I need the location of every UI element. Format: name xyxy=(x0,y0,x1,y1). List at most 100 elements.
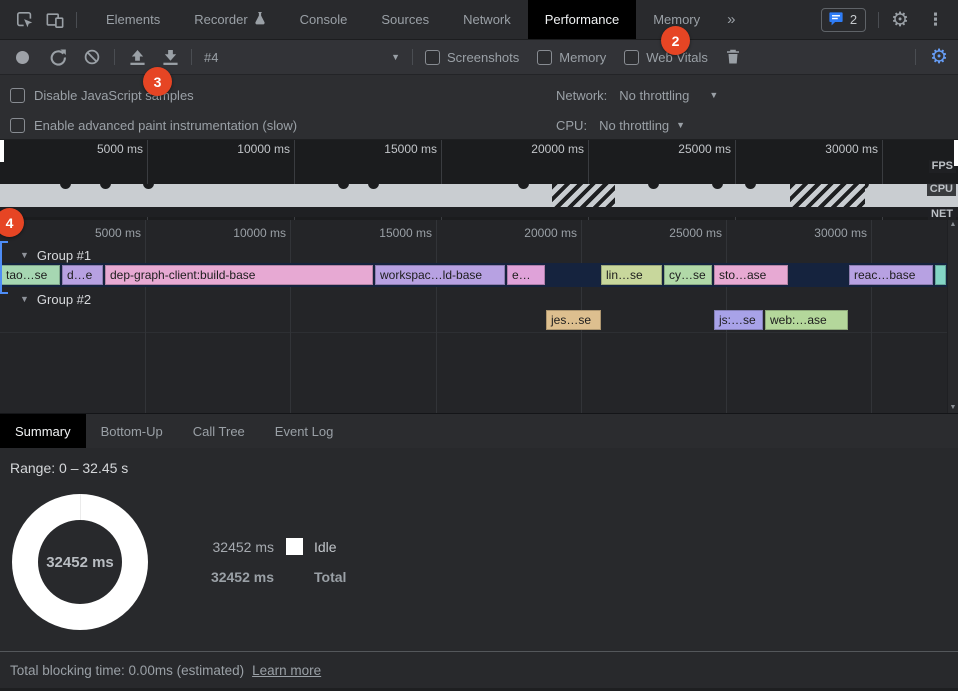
history-dropdown[interactable]: #4 ▼ xyxy=(204,50,400,65)
issues-bubble-icon xyxy=(828,11,844,29)
learn-more-link[interactable]: Learn more xyxy=(252,663,321,678)
scroll-up-icon[interactable]: ▲ xyxy=(950,220,957,230)
summary-panel: Range: 0 – 32.45 s 32452 ms 32452 ms Idl… xyxy=(0,448,958,691)
flame-bar[interactable]: d…e xyxy=(62,265,103,285)
scroll-down-icon[interactable]: ▼ xyxy=(950,403,957,413)
divider xyxy=(878,12,879,28)
flame-bar-label: lin…se xyxy=(601,268,648,282)
flame-chart[interactable]: ▼ Group #1 tao…se d…edep-graph-client:bui… xyxy=(0,220,958,413)
flame-bar-label: cy…se xyxy=(664,268,711,282)
flame-bar-label: sto…ase xyxy=(714,268,771,282)
legend-row-idle: 32452 ms Idle xyxy=(208,538,346,555)
tab-network[interactable]: Network xyxy=(446,0,528,39)
annotation-badge: 3 xyxy=(143,67,172,96)
divider xyxy=(76,12,77,28)
tab-label: Recorder xyxy=(194,12,247,27)
overview-tick-label: 10000 ms xyxy=(237,142,290,156)
cpu-dip xyxy=(518,184,529,189)
details-tabbar: Summary Bottom-Up Call Tree Event Log xyxy=(0,413,958,448)
flame-bar[interactable]: workspac…ld-base xyxy=(375,265,505,285)
flame-group-header-1[interactable]: ▼ Group #1 xyxy=(0,246,91,264)
cpu-throttling-label: CPU: xyxy=(556,118,587,133)
settings-gear-icon[interactable]: ⚙ xyxy=(891,10,909,30)
range-text: Range: 0 – 32.45 s xyxy=(10,460,128,476)
cpu-activity-band[interactable] xyxy=(0,184,958,207)
legend-label: Total xyxy=(314,569,346,585)
flame-bar[interactable]: reac…base xyxy=(849,265,933,285)
issues-counter[interactable]: 2 xyxy=(821,8,866,32)
settings-row: Enable advanced paint instrumentation (s… xyxy=(0,110,958,140)
save-profile-icon[interactable] xyxy=(162,49,179,66)
collapse-triangle-icon: ▼ xyxy=(20,294,29,304)
advanced-paint-checkbox[interactable]: Enable advanced paint instrumentation (s… xyxy=(10,118,297,133)
record-button[interactable] xyxy=(16,51,29,64)
flame-scrollbar[interactable]: ▲ ▼ xyxy=(947,220,958,413)
checkbox xyxy=(537,50,552,65)
kebab-menu-icon[interactable]: ⋮ xyxy=(921,10,950,30)
load-profile-icon[interactable] xyxy=(129,49,146,66)
overview-right-handle[interactable] xyxy=(954,140,958,166)
reload-and-record-icon[interactable] xyxy=(49,49,66,66)
flame-bar[interactable]: jes…se xyxy=(546,310,601,330)
device-toolbar-icon[interactable] xyxy=(40,6,70,34)
tab-summary[interactable]: Summary xyxy=(0,414,86,448)
tab-bottom-up[interactable]: Bottom-Up xyxy=(86,414,178,448)
tab-console[interactable]: Console xyxy=(283,0,365,39)
divider xyxy=(412,49,413,65)
overview-tick-label: 5000 ms xyxy=(97,142,143,156)
trash-icon[interactable] xyxy=(726,49,740,65)
divider xyxy=(114,49,115,65)
flame-bar[interactable]: sto…ase xyxy=(714,265,788,285)
network-activity-strip[interactable] xyxy=(0,207,958,217)
tab-sources[interactable]: Sources xyxy=(364,0,446,39)
overview-left-handle[interactable] xyxy=(0,140,4,162)
legend-row-total: 32452 ms Total xyxy=(208,568,346,585)
flame-bar[interactable]: tao…se xyxy=(1,265,60,285)
flame-bar[interactable]: dep-graph-client:build-base xyxy=(105,265,373,285)
flame-bar-label: workspac…ld-base xyxy=(375,268,487,282)
flame-group-header-2[interactable]: ▼ Group #2 xyxy=(0,290,91,308)
flame-bar[interactable]: cy…se xyxy=(664,265,712,285)
tab-performance[interactable]: Performance xyxy=(528,0,636,39)
timeline-overview[interactable]: FPS CPU NET 5000 ms10000 ms15000 ms20000… xyxy=(0,140,958,220)
chevron-down-icon: ▼ xyxy=(391,52,400,62)
donut-total-label: 32452 ms xyxy=(38,520,122,604)
capture-settings-gear-icon[interactable]: ⚙ xyxy=(930,47,948,67)
lane-label-net: NET xyxy=(928,208,956,220)
chevron-down-icon[interactable]: ▼ xyxy=(676,120,685,130)
chevron-down-icon[interactable]: ▼ xyxy=(709,90,718,100)
tab-recorder[interactable]: Recorder xyxy=(177,0,282,39)
flame-tick-label: 20000 ms xyxy=(524,226,577,240)
cpu-dip xyxy=(100,184,111,189)
flame-bar[interactable]: js:…se xyxy=(714,310,763,330)
flame-bar[interactable] xyxy=(935,265,946,285)
flame-bar-label: tao…se xyxy=(1,268,52,282)
inspect-element-icon[interactable] xyxy=(10,6,40,34)
flame-bar[interactable]: e… xyxy=(507,265,545,285)
clear-recording-icon[interactable] xyxy=(84,49,100,65)
gridline xyxy=(0,332,948,333)
flame-track: tao…se d…edep-graph-client:build-basework… xyxy=(0,263,948,287)
more-tabs-chevron[interactable]: » xyxy=(717,11,745,28)
memory-checkbox[interactable]: Memory xyxy=(537,50,606,65)
screenshots-checkbox[interactable]: Screenshots xyxy=(425,50,519,65)
checkbox xyxy=(624,50,639,65)
overview-tick-label: 15000 ms xyxy=(384,142,437,156)
flame-bar[interactable]: web:…ase xyxy=(765,310,848,330)
tab-event-log[interactable]: Event Log xyxy=(260,414,349,448)
cpu-throttling-select[interactable]: No throttling xyxy=(599,118,669,133)
checkbox-label: Memory xyxy=(559,50,606,65)
tab-label: Elements xyxy=(106,12,160,27)
network-throttling-select[interactable]: No throttling xyxy=(619,88,689,103)
tab-label: Bottom-Up xyxy=(101,424,163,439)
flame-bar[interactable]: lin…se xyxy=(601,265,662,285)
cpu-dip xyxy=(60,184,71,189)
cpu-dip xyxy=(648,184,659,189)
group-label: Group #2 xyxy=(37,292,91,307)
swatch-spacer xyxy=(286,568,303,585)
flame-tick-label: 30000 ms xyxy=(814,226,867,240)
tab-elements[interactable]: Elements xyxy=(89,0,177,39)
cpu-dip xyxy=(338,184,349,189)
flame-bar-label: jes…se xyxy=(546,313,596,327)
tab-call-tree[interactable]: Call Tree xyxy=(178,414,260,448)
